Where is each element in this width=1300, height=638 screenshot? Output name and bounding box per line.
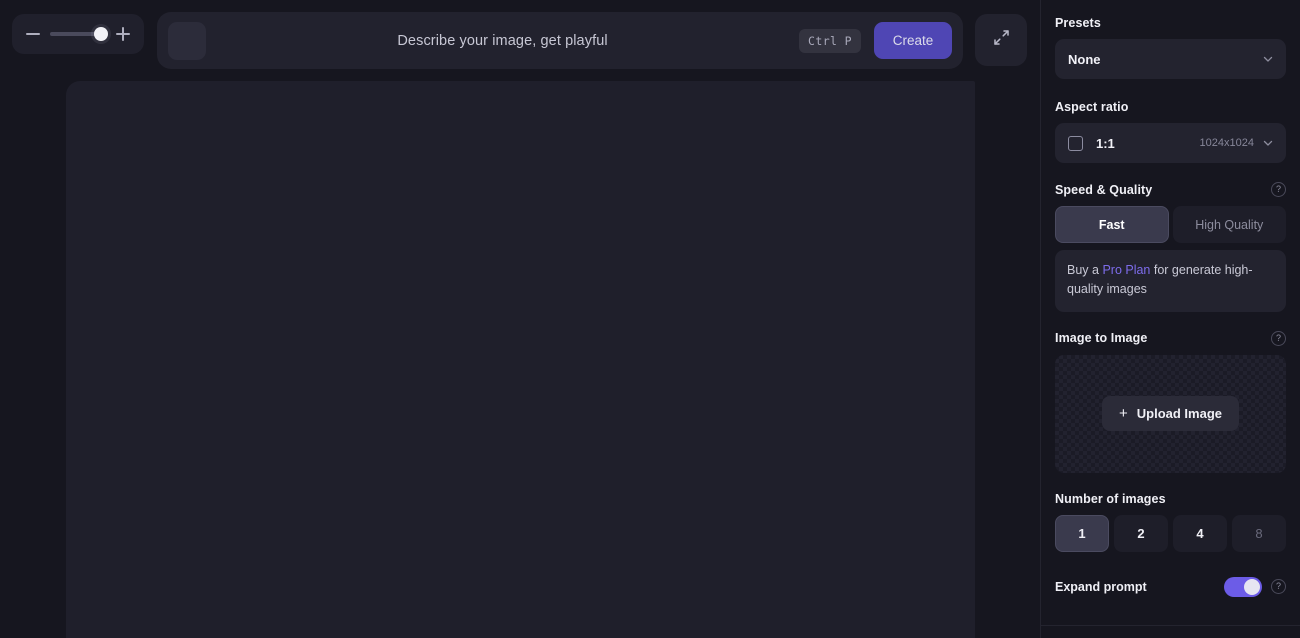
aspect-ratio-title: Aspect ratio bbox=[1055, 100, 1129, 114]
help-icon[interactable]: ? bbox=[1271, 182, 1286, 197]
pro-plan-notice: Buy a Pro Plan for generate high-quality… bbox=[1055, 250, 1286, 312]
presets-title: Presets bbox=[1055, 16, 1101, 30]
prompt-bar: Describe your image, get playful Ctrl P … bbox=[157, 12, 963, 69]
chevron-down-icon bbox=[1263, 138, 1273, 148]
zoom-slider[interactable] bbox=[50, 26, 108, 42]
aspect-ratio-header: Aspect ratio bbox=[1055, 100, 1286, 114]
presets-selected-value: None bbox=[1068, 51, 1101, 67]
image-to-image-header: Image to Image ? bbox=[1055, 330, 1286, 346]
reference-image-thumbnail[interactable] bbox=[168, 21, 206, 60]
speed-quality-option-high-quality[interactable]: High Quality bbox=[1172, 206, 1286, 243]
aspect-ratio-dimensions: 1024x1024 bbox=[1199, 137, 1254, 149]
zoom-in-icon[interactable] bbox=[115, 26, 131, 42]
upload-image-label: Upload Image bbox=[1136, 406, 1222, 422]
speed-quality-title: Speed & Quality bbox=[1055, 182, 1153, 197]
image-generator-app: Describe your image, get playful Ctrl P … bbox=[0, 0, 1300, 638]
prompt-input[interactable]: Describe your image, get playful bbox=[206, 12, 799, 69]
presets-header: Presets bbox=[1055, 16, 1286, 30]
number-of-images-options: 1 2 4 8 bbox=[1055, 514, 1286, 552]
square-ratio-icon bbox=[1068, 135, 1083, 151]
speed-quality-header: Speed & Quality ? bbox=[1055, 182, 1286, 197]
expand-icon bbox=[993, 29, 1010, 51]
expand-prompt-label: Expand prompt bbox=[1055, 579, 1147, 594]
speed-quality-option-fast[interactable]: Fast bbox=[1055, 206, 1169, 243]
number-of-images-option-4[interactable]: 4 bbox=[1173, 514, 1227, 552]
expand-canvas-button[interactable] bbox=[975, 14, 1027, 66]
number-of-images-option-8[interactable]: 8 bbox=[1232, 514, 1286, 552]
image-canvas[interactable] bbox=[66, 81, 975, 638]
image-to-image-title: Image to Image bbox=[1055, 331, 1148, 346]
expand-prompt-row: Expand prompt ? bbox=[1055, 571, 1286, 603]
number-of-images-option-1[interactable]: 1 bbox=[1055, 514, 1109, 552]
image-upload-dropzone[interactable]: + Upload Image bbox=[1055, 354, 1286, 473]
prompt-shortcut-badge: Ctrl P bbox=[799, 28, 861, 53]
zoom-control[interactable] bbox=[12, 14, 144, 54]
help-icon[interactable]: ? bbox=[1271, 330, 1286, 346]
workspace: Describe your image, get playful Ctrl P … bbox=[0, 0, 1040, 638]
help-icon[interactable]: ? bbox=[1271, 579, 1286, 595]
number-of-images-title: Number of images bbox=[1055, 491, 1166, 506]
presets-dropdown[interactable]: None bbox=[1055, 39, 1286, 79]
settings-sidebar: Presets None Aspect ratio 1:1 1024x1024 bbox=[1040, 0, 1300, 638]
speed-quality-segmented-control: Fast High Quality bbox=[1055, 206, 1286, 243]
zoom-out-icon[interactable] bbox=[25, 26, 41, 42]
aspect-ratio-dropdown[interactable]: 1:1 1024x1024 bbox=[1055, 123, 1286, 163]
number-of-images-header: Number of images bbox=[1055, 492, 1286, 506]
number-of-images-option-2[interactable]: 2 bbox=[1114, 514, 1168, 552]
chevron-down-icon bbox=[1263, 54, 1273, 64]
expand-prompt-toggle[interactable] bbox=[1224, 576, 1262, 597]
sidebar-bottom-divider bbox=[1041, 625, 1300, 626]
zoom-slider-thumb[interactable] bbox=[93, 27, 108, 41]
prompt-placeholder: Describe your image, get playful bbox=[397, 32, 608, 49]
aspect-ratio-selected-value: 1:1 bbox=[1096, 135, 1115, 151]
pro-plan-link[interactable]: Pro Plan bbox=[1102, 263, 1150, 277]
toggle-knob bbox=[1244, 578, 1260, 595]
plus-icon: + bbox=[1118, 405, 1128, 423]
notice-prefix: Buy a bbox=[1067, 263, 1103, 277]
upload-image-button[interactable]: + Upload Image bbox=[1101, 396, 1239, 432]
create-button[interactable]: Create bbox=[874, 22, 952, 59]
